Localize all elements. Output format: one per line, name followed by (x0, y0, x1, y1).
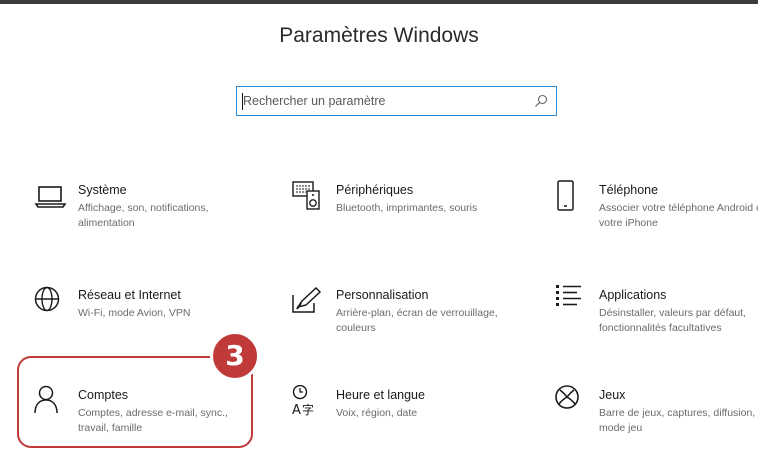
settings-item-description: Voix, région, date (336, 407, 418, 419)
settings-item-personnalisation[interactable]: Personnalisation Arrière-plan, écran de … (292, 285, 522, 355)
search-icon[interactable] (534, 94, 548, 108)
step-number-badge: 3 (210, 331, 260, 381)
settings-item-systeme[interactable]: Système Affichage, son, notifications, a… (34, 180, 264, 250)
window-top-border (0, 0, 758, 4)
settings-item-name: Système (78, 183, 127, 197)
search-box[interactable] (236, 86, 557, 116)
settings-item-description: Affichage, son, notifications, alimentat… (78, 202, 209, 229)
settings-item-description: Barre de jeux, captures, diffusion, mode… (599, 407, 756, 434)
paintbrush-icon (292, 286, 322, 313)
settings-item-name: Réseau et Internet (78, 288, 181, 302)
search-input[interactable] (243, 91, 523, 111)
svg-text:字: 字 (302, 402, 314, 417)
settings-item-name: Jeux (599, 388, 626, 402)
settings-item-telephone[interactable]: Téléphone Associer votre téléphone Andro… (555, 180, 758, 250)
devices-icon (292, 181, 320, 210)
xbox-icon (555, 385, 579, 409)
page-title: Paramètres Windows (279, 24, 479, 47)
svg-text:A: A (292, 403, 301, 418)
settings-item-description: Associer votre téléphone Android ou votr… (599, 202, 758, 229)
settings-item-description: Désinstaller, valeurs par défaut, foncti… (599, 307, 747, 334)
settings-item-name: Périphériques (336, 183, 414, 197)
settings-item-name: Applications (599, 288, 667, 302)
settings-item-name: Heure et langue (336, 388, 425, 402)
apps-list-icon (556, 285, 581, 306)
globe-icon (34, 286, 60, 312)
time-language-icon: A 字 (292, 385, 314, 418)
settings-item-description: Arrière-plan, écran de verrouillage, cou… (336, 307, 498, 334)
settings-item-description: Wi-Fi, mode Avion, VPN (78, 307, 191, 319)
phone-icon (557, 180, 574, 211)
laptop-icon (34, 186, 67, 208)
settings-item-peripheriques[interactable]: Périphériques Bluetooth, imprimantes, so… (292, 180, 522, 250)
settings-item-description: Bluetooth, imprimantes, souris (336, 202, 478, 214)
settings-item-name: Téléphone (599, 183, 659, 197)
settings-item-name: Personnalisation (336, 288, 429, 302)
settings-item-jeux[interactable]: Jeux Barre de jeux, captures, diffusion,… (555, 385, 758, 455)
settings-item-heure[interactable]: A 字 Heure et langue Voix, région, date (292, 385, 522, 455)
settings-item-applications[interactable]: Applications Désinstaller, valeurs par d… (555, 285, 758, 355)
